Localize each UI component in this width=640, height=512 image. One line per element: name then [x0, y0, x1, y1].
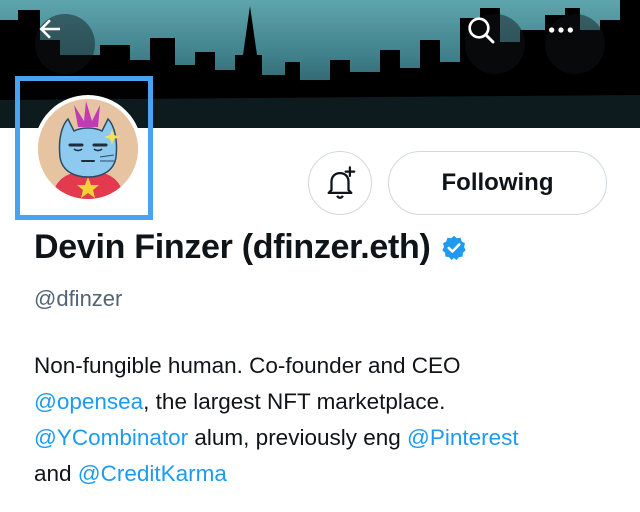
more-horizontal-icon	[549, 27, 573, 33]
display-name: Devin Finzer (dfinzer.eth)	[34, 228, 431, 266]
bio-text: , the largest NFT marketplace.	[143, 389, 446, 414]
verified-badge-icon[interactable]	[440, 234, 468, 262]
bio-line: @opensea, the largest NFT marketplace.	[34, 384, 624, 420]
bio-line: and @CreditKarma	[34, 456, 624, 492]
bio-text: Non-fungible human. Co-founder and CEO	[34, 353, 461, 378]
profile-name-row: Devin Finzer (dfinzer.eth)	[34, 228, 468, 267]
following-button[interactable]: Following	[388, 151, 607, 215]
bell-plus-icon	[327, 166, 356, 199]
more-button[interactable]	[545, 14, 605, 74]
back-button[interactable]	[35, 14, 95, 74]
profile-bio: Non-fungible human. Co-founder and CEO @…	[34, 348, 624, 492]
mention-opensea-link[interactable]: @opensea	[34, 389, 143, 414]
mention-pinterest-link[interactable]: @Pinterest	[407, 425, 519, 450]
avatar[interactable]	[34, 95, 142, 203]
notifications-button[interactable]	[308, 151, 372, 215]
cartoon-cat-avatar	[38, 99, 138, 199]
mention-creditkarma-link[interactable]: @CreditKarma	[78, 461, 227, 486]
bio-line: @YCombinator alum, previously eng @Pinte…	[34, 420, 624, 456]
search-button[interactable]	[465, 14, 525, 74]
bio-text: alum, previously eng	[188, 425, 408, 450]
search-icon	[468, 17, 495, 44]
profile-handle: @dfinzer	[34, 286, 123, 311]
mention-ycombinator-link[interactable]: @YCombinator	[34, 425, 188, 450]
avatar-highlight	[15, 76, 153, 220]
bio-text: and	[34, 461, 78, 486]
arrow-left-icon	[39, 19, 60, 39]
bio-line: Non-fungible human. Co-founder and CEO	[34, 348, 624, 384]
following-button-label: Following	[441, 169, 554, 196]
